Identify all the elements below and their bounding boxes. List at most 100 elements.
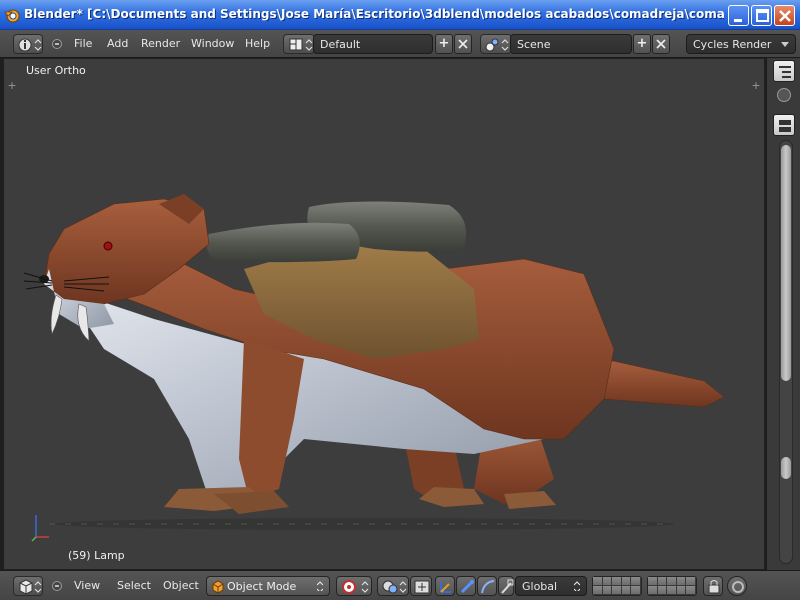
axis-gizmo	[31, 515, 49, 542]
object-info-label: (59) Lamp	[68, 549, 125, 562]
layer-cell[interactable]	[657, 586, 668, 595]
layer-cell[interactable]	[676, 586, 687, 595]
menu-view[interactable]: View	[74, 579, 100, 592]
outliner-icon	[779, 66, 791, 78]
collapse-menus-button[interactable]	[52, 581, 62, 591]
outliner-tab[interactable]	[773, 60, 795, 82]
layer-cell[interactable]	[667, 586, 677, 595]
scene-selector[interactable]	[480, 34, 512, 54]
layer-cell[interactable]	[602, 586, 613, 595]
add-icon: +	[438, 36, 450, 51]
front-paw-2	[214, 491, 289, 514]
screen-layout-field[interactable]: Default	[313, 34, 433, 54]
layer-grid-left[interactable]	[592, 576, 642, 596]
delete-screen-button[interactable]	[454, 34, 472, 54]
screen-layout-icon	[289, 38, 313, 51]
menu-render[interactable]: Render	[141, 37, 180, 50]
layer-cell[interactable]	[593, 586, 603, 595]
layer-cell[interactable]	[612, 577, 622, 586]
manipulator-icon	[414, 580, 430, 594]
collapse-menus-button[interactable]	[52, 39, 62, 49]
scale-icon	[501, 579, 514, 594]
render-preview-button[interactable]	[727, 576, 747, 596]
screen-layout-name: Default	[320, 38, 361, 51]
layer-grid-right[interactable]	[647, 576, 697, 596]
scene-name: Scene	[517, 38, 551, 51]
screen-layout-selector[interactable]	[283, 34, 315, 54]
layer-cell[interactable]	[686, 586, 696, 595]
close-button[interactable]	[774, 5, 795, 26]
layer-cell[interactable]	[676, 577, 687, 586]
menu-file[interactable]: File	[74, 37, 92, 50]
transform-orientation-label: Global	[522, 580, 558, 593]
blender-window: Blender* [C:\Documents and Settings\Jose…	[0, 0, 800, 600]
add-icon: +	[636, 36, 648, 51]
rotate-button[interactable]	[456, 576, 476, 596]
collapse-dot-top[interactable]	[777, 88, 791, 102]
layer-cell[interactable]	[602, 577, 613, 586]
layer-cell[interactable]	[593, 577, 603, 586]
window-title-bar[interactable]: Blender* [C:\Documents and Settings\Jose…	[0, 0, 800, 30]
curve-button[interactable]	[477, 576, 497, 596]
info-editor-icon	[18, 38, 42, 52]
3d-viewport[interactable]: User Ortho + + (59) Lamp	[3, 58, 765, 570]
add-scene-button[interactable]: +	[633, 34, 651, 54]
scale-button[interactable]	[498, 576, 514, 596]
interaction-mode-selector[interactable]: Object Mode	[206, 576, 330, 596]
translate-icon	[440, 582, 451, 593]
menu-window[interactable]: Window	[191, 37, 234, 50]
layer-cell[interactable]	[612, 586, 622, 595]
log-front	[206, 222, 360, 263]
layer-cell[interactable]	[648, 577, 658, 586]
transform-orientation-selector[interactable]: Global	[515, 576, 587, 596]
scrollbar-thumb[interactable]	[781, 145, 791, 381]
layer-cell[interactable]	[667, 577, 677, 586]
add-screen-button[interactable]: +	[435, 34, 453, 54]
menu-select[interactable]: Select	[117, 579, 151, 592]
vertical-scrollbar[interactable]	[779, 140, 793, 564]
delete-icon	[656, 39, 666, 49]
render-engine-label: Cycles Render	[693, 38, 772, 51]
view3d-header: View Select Object Object Mode Global	[0, 570, 800, 600]
object-mode-icon	[212, 580, 224, 594]
properties-icon	[779, 120, 791, 132]
layer-cell[interactable]	[631, 586, 641, 595]
layer-cell[interactable]	[657, 577, 668, 586]
viewport-shading-icon	[382, 580, 407, 594]
viewport-shading-selector[interactable]	[377, 576, 409, 596]
pivot-point-selector[interactable]	[336, 576, 372, 596]
layer-cell[interactable]	[648, 586, 658, 595]
editor-type-selector[interactable]	[13, 34, 43, 54]
minimize-button[interactable]	[728, 5, 749, 26]
chevron-updown-icon	[574, 581, 580, 591]
scene-field[interactable]: Scene	[510, 34, 632, 54]
close-icon	[779, 10, 791, 22]
layer-cell[interactable]	[686, 577, 696, 586]
menu-add[interactable]: Add	[107, 37, 128, 50]
layer-cell[interactable]	[631, 577, 641, 586]
properties-strip	[766, 58, 800, 570]
view3d-editor-type-selector[interactable]	[13, 576, 43, 596]
layer-lock-button[interactable]	[703, 576, 723, 596]
menu-help[interactable]: Help	[245, 37, 270, 50]
chevron-down-icon	[781, 42, 789, 47]
render-engine-selector[interactable]: Cycles Render	[686, 34, 796, 54]
pivot-point-icon	[342, 580, 369, 594]
rotate-arc-icon	[481, 580, 495, 594]
manipulator-toggle[interactable]	[410, 576, 432, 596]
maximize-button[interactable]	[751, 5, 772, 26]
translate-button[interactable]	[435, 576, 455, 596]
scrollbar-thumb-secondary[interactable]	[781, 457, 791, 479]
menu-object[interactable]: Object	[163, 579, 199, 592]
layer-cell[interactable]	[621, 577, 632, 586]
interaction-mode-label: Object Mode	[227, 580, 297, 593]
delete-scene-button[interactable]	[652, 34, 670, 54]
blender-logo-icon	[4, 9, 20, 23]
layer-cell[interactable]	[621, 586, 632, 595]
layer-lock-icon	[708, 580, 720, 594]
properties-tab[interactable]	[773, 114, 795, 136]
info-header: File Add Render Window Help Default + Sc…	[0, 30, 800, 58]
delete-icon	[458, 39, 468, 49]
weasel-model	[23, 194, 725, 542]
view3d-editor-icon	[19, 579, 42, 595]
